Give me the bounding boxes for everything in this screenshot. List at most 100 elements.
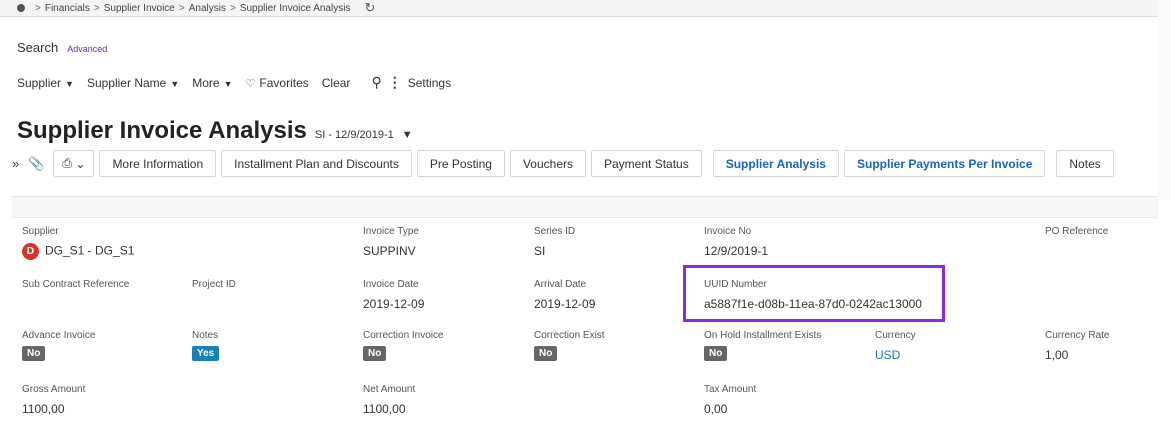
invoice-type-field: Invoice Type SUPPINV <box>363 226 419 258</box>
advance-invoice-label: Advance Invoice <box>22 330 96 341</box>
currency-label: Currency <box>875 330 916 341</box>
invoice-no-label: Invoice No <box>704 226 752 237</box>
tax-amount-field: Tax Amount 0,00 <box>704 384 756 416</box>
supplier-label: Supplier <box>22 226 59 237</box>
breadcrumb-item-current: Supplier Invoice Analysis <box>239 2 351 14</box>
on-hold-installment-field: On Hold Installment Exists No <box>704 330 821 361</box>
invoice-date-label: Invoice Date <box>363 279 419 290</box>
notes-field: Notes Yes <box>192 330 220 361</box>
supplier-name-filter-label: Supplier Name <box>86 75 167 90</box>
notes-label: Notes <box>192 330 219 341</box>
on-hold-installment-label: On Hold Installment Exists <box>704 330 822 341</box>
invoice-date-field: Invoice Date 2019-12-09 <box>363 279 424 311</box>
clear-button[interactable]: Clear <box>322 76 351 90</box>
tab-installment-plan[interactable]: Installment Plan and Discounts <box>221 150 412 177</box>
correction-exist-label: Correction Exist <box>534 330 605 341</box>
filter-bar: Supplier ▼ Supplier Name ▼ More ▼ ♡ Favorite… <box>17 74 464 91</box>
breadcrumb-item-financials[interactable]: Financials <box>45 3 90 14</box>
navigator-dot-icon[interactable] <box>17 4 25 12</box>
supplier-filter[interactable]: Supplier ▼ <box>17 76 74 90</box>
supplier-filter-label: Supplier <box>17 75 62 90</box>
tax-amount-label: Tax Amount <box>704 384 757 395</box>
breadcrumb-item-supplier-invoice[interactable]: Supplier Invoice <box>104 3 175 14</box>
paperclip-icon[interactable]: 📎 <box>28 156 44 172</box>
more-filter[interactable]: More ▼ <box>192 76 232 90</box>
double-chevron-right-icon[interactable]: » <box>12 156 19 171</box>
tab-supplier-analysis[interactable]: Supplier Analysis <box>712 150 839 177</box>
document-icon: ⎙ <box>62 156 73 170</box>
search-bar: Search Advanced <box>17 40 107 55</box>
tab-notes[interactable]: Notes <box>1056 150 1114 177</box>
invoice-no-field: Invoice No 12/9/2019-1 <box>704 226 768 258</box>
arrival-date-value: 2019-12-09 <box>534 297 596 311</box>
gross-amount-label: Gross Amount <box>22 384 86 395</box>
series-id-value: SI <box>534 244 546 258</box>
tab-more-information[interactable]: More Information <box>99 150 217 177</box>
chevron-right-icon: > <box>35 2 41 14</box>
sub-contract-reference-label: Sub Contract Reference <box>22 279 130 290</box>
page-header: Supplier Invoice Analysis SI - 12/9/2019… <box>17 117 413 145</box>
tax-amount-value: 0,00 <box>704 402 728 416</box>
net-amount-label: Net Amount <box>363 384 416 395</box>
more-filter-label: More <box>192 75 220 90</box>
currency-field: Currency USD <box>875 330 916 362</box>
uuid-highlight-box <box>683 265 945 322</box>
chevron-right-icon: > <box>229 2 236 14</box>
chevron-down-icon: ⌄ <box>75 156 86 171</box>
correction-invoice-badge: No <box>363 346 387 361</box>
correction-invoice-label: Correction Invoice <box>363 330 444 341</box>
notes-badge: Yes <box>192 346 220 361</box>
tab-supplier-payments-per-invoice[interactable]: Supplier Payments Per Invoice <box>843 150 1046 177</box>
po-reference-label: PO Reference <box>1045 226 1109 237</box>
invoice-date-value: 2019-12-09 <box>363 297 425 311</box>
net-amount-value: 1100,00 <box>363 402 406 416</box>
invoice-type-label: Invoice Type <box>363 226 419 237</box>
chevron-right-icon: > <box>93 2 100 14</box>
correction-exist-field: Correction Exist No <box>534 330 605 361</box>
caret-down-icon: ▼ <box>170 78 180 89</box>
advanced-search-link[interactable]: Advanced <box>67 44 107 54</box>
net-amount-field: Net Amount 1100,00 <box>363 384 415 416</box>
caret-down-icon: ▼ <box>65 78 74 89</box>
supplier-name-filter[interactable]: Supplier Name ▼ <box>87 76 179 90</box>
correction-exist-badge: No <box>534 346 558 361</box>
caret-down-icon[interactable]: ▼ <box>402 129 413 141</box>
currency-rate-value: 1,00 <box>1045 348 1069 362</box>
form-header-band <box>12 196 1158 218</box>
search-icon[interactable]: ⚲ <box>371 74 381 91</box>
series-id-label: Series ID <box>534 226 576 237</box>
currency-link[interactable]: USD <box>875 348 916 362</box>
caret-down-icon: ▼ <box>223 78 233 89</box>
tab-vouchers[interactable]: Vouchers <box>509 150 586 177</box>
currency-rate-field: Currency Rate 1,00 <box>1045 330 1109 362</box>
scrollbar[interactable] <box>1158 0 1171 200</box>
settings-button[interactable]: Settings <box>408 76 451 90</box>
sub-contract-reference-field: Sub Contract Reference <box>22 279 129 290</box>
refresh-icon[interactable]: ↻ <box>364 0 375 16</box>
page-title: Supplier Invoice Analysis <box>17 117 307 144</box>
currency-rate-label: Currency Rate <box>1045 330 1110 341</box>
advance-invoice-field: Advance Invoice No <box>22 330 95 361</box>
command-bar: » 📎 ⎙ ⌄ More Information Installment Pla… <box>12 150 1119 177</box>
tab-payment-status[interactable]: Payment Status <box>591 150 702 177</box>
favorites-button[interactable]: ♡ Favorites <box>246 76 309 90</box>
search-label[interactable]: Search <box>17 40 58 55</box>
supplier-value[interactable]: D DG_S1 - DG_S1 <box>22 243 134 260</box>
series-id-field: Series ID SI <box>534 226 575 258</box>
on-hold-installment-badge: No <box>704 346 728 361</box>
avatar: D <box>22 243 39 260</box>
record-selector[interactable]: SI - 12/9/2019-1 <box>315 129 394 141</box>
arrival-date-label: Arrival Date <box>534 279 587 290</box>
correction-invoice-field: Correction Invoice No <box>363 330 444 361</box>
gross-amount-value: 1100,00 <box>22 402 65 416</box>
document-menu-button[interactable]: ⎙ ⌄ <box>53 150 95 177</box>
invoice-no-value: 12/9/2019-1 <box>704 244 769 258</box>
heart-icon: ♡ <box>245 77 256 90</box>
arrival-date-field: Arrival Date 2019-12-09 <box>534 279 595 311</box>
tab-pre-posting[interactable]: Pre Posting <box>416 150 505 177</box>
kebab-menu-icon[interactable]: ⋮ <box>388 74 402 91</box>
invoice-type-value: SUPPINV <box>363 244 416 258</box>
breadcrumb-item-analysis[interactable]: Analysis <box>189 3 226 14</box>
gross-amount-field: Gross Amount 1100,00 <box>22 384 85 416</box>
po-reference-field: PO Reference <box>1045 226 1108 237</box>
